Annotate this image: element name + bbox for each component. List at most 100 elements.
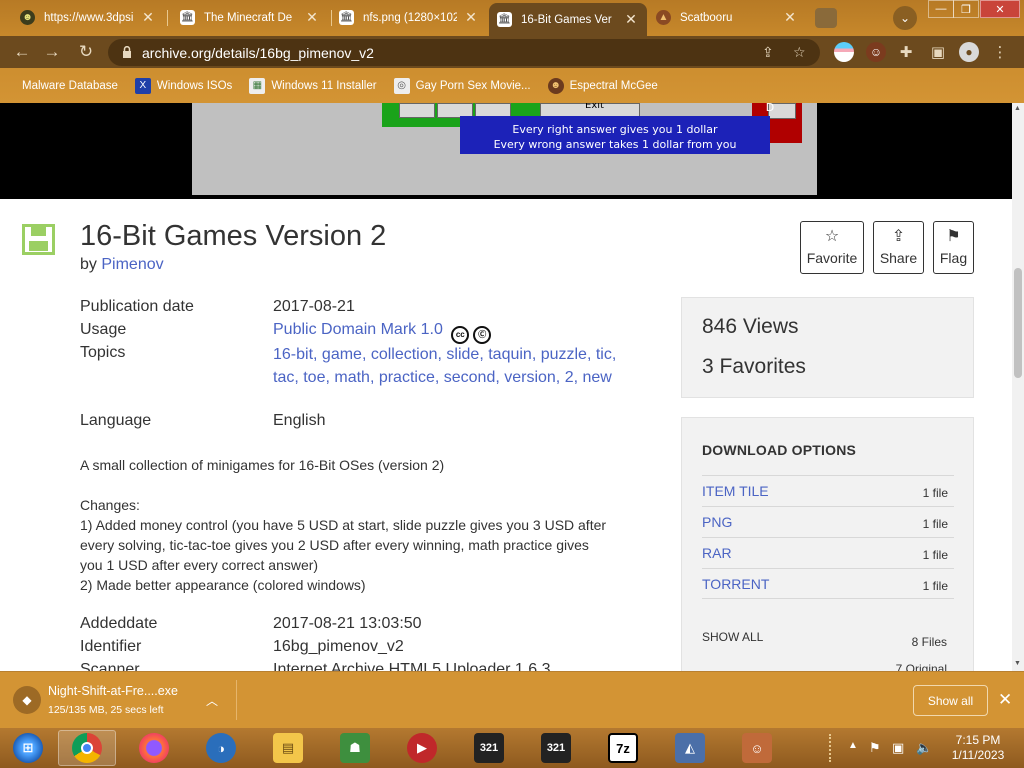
- close-icon[interactable]: ✕: [304, 9, 320, 26]
- start-button[interactable]: ⊞: [0, 730, 56, 766]
- bookmark-label: Malware Database: [22, 79, 118, 92]
- bookmark-windows-isos[interactable]: X Windows ISOs: [134, 77, 233, 94]
- show-all-files-link[interactable]: SHOW ALL: [702, 630, 763, 644]
- original-files-count: 7 Original: [895, 662, 947, 671]
- tab-3dpsi[interactable]: ☻ https://www.3dpsi ✕: [12, 3, 164, 32]
- forward-button[interactable]: →: [42, 42, 62, 62]
- close-icon[interactable]: ✕: [463, 9, 479, 26]
- flag-icon: ⚑: [946, 228, 961, 245]
- taskbar-7zip[interactable]: 7z: [594, 730, 652, 766]
- download-format-link[interactable]: ITEM TILE: [702, 483, 769, 499]
- identifier-value: 16bg_pimenov_v2: [273, 638, 404, 655]
- kebab-menu-icon[interactable]: ⋮: [990, 42, 1010, 62]
- language-label: Language: [80, 412, 152, 429]
- download-file-count: 1 file: [922, 486, 948, 500]
- close-icon[interactable]: ✕: [782, 9, 798, 26]
- download-format-link[interactable]: TORRENT: [702, 576, 769, 592]
- tab-title: nfs.png (1280×102: [363, 11, 457, 24]
- taskbar-network-app[interactable]: ☗: [326, 730, 384, 766]
- topics-label: Topics: [80, 344, 126, 361]
- flag-button[interactable]: ⚑ Flag: [933, 221, 974, 274]
- topics-links[interactable]: 16-bit, game, collection, slide, taquin,…: [273, 344, 618, 389]
- lock-icon: [123, 46, 131, 58]
- download-row[interactable]: TORRENT 1 file: [702, 568, 954, 599]
- language-link[interactable]: English: [273, 412, 325, 430]
- show-all-downloads-button[interactable]: Show all: [913, 685, 988, 716]
- windows-orb-icon: ⊞: [13, 733, 43, 763]
- tab-16bit-games[interactable]: 🏛 16-Bit Games Ver ✕: [489, 3, 647, 36]
- new-tab-button[interactable]: [815, 8, 837, 28]
- taskbar-app-blue[interactable]: ◭: [661, 730, 719, 766]
- download-format-link[interactable]: RAR: [702, 545, 732, 561]
- tab-minecraft[interactable]: 🏛 The Minecraft De ✕: [172, 3, 328, 32]
- taskbar-mpc-b[interactable]: 321: [527, 730, 585, 766]
- taskbar-media-player[interactable]: ▶: [393, 730, 451, 766]
- byline-prefix: by: [80, 256, 97, 273]
- scroll-thumb[interactable]: [1014, 268, 1022, 378]
- download-format-link[interactable]: PNG: [702, 514, 732, 530]
- taskbar-msn[interactable]: ◑: [192, 730, 250, 766]
- publication-date-link[interactable]: 2017-08-21: [273, 298, 355, 316]
- tab-nfs-png[interactable]: 🏛 nfs.png (1280×102 ✕: [331, 3, 487, 32]
- taskbar-app-photo[interactable]: ☺: [728, 730, 786, 766]
- taskbar-chrome[interactable]: [58, 730, 116, 766]
- bookmark-gay-porn[interactable]: ◎ Gay Porn Sex Movie...: [393, 77, 531, 94]
- network-icon[interactable]: ▣: [892, 740, 904, 756]
- scroll-up-icon[interactable]: ▲: [1014, 105, 1021, 112]
- bookmark-windows-11-installer[interactable]: ▦ Windows 11 Installer: [249, 77, 377, 94]
- reload-button[interactable]: ↻: [76, 42, 96, 62]
- url-text: archive.org/details/16bg_pimenov_v2: [142, 45, 374, 61]
- clock-date: 1/11/2023: [951, 748, 1005, 762]
- back-button[interactable]: ←: [12, 42, 32, 62]
- bookmark-label: Windows ISOs: [156, 79, 233, 92]
- share-label: Share: [879, 250, 918, 266]
- archive-item-page: Exit D Every right answer gives you 1 do…: [0, 103, 1012, 671]
- puzzle-icon[interactable]: ✚: [896, 42, 916, 62]
- taskbar-file-explorer[interactable]: ▤: [259, 730, 317, 766]
- archive-icon: 🏛: [497, 12, 512, 27]
- scroll-down-icon[interactable]: ▼: [1014, 660, 1021, 667]
- avatar[interactable]: ●: [959, 42, 979, 62]
- download-row[interactable]: PNG 1 file: [702, 506, 954, 537]
- close-icon[interactable]: ✕: [998, 690, 1012, 710]
- favorite-button[interactable]: ☆ Favorite: [800, 221, 864, 274]
- download-file-count: 1 file: [922, 517, 948, 531]
- download-row[interactable]: RAR 1 file: [702, 537, 954, 568]
- pride-flag-icon[interactable]: [834, 42, 854, 62]
- bookmark-espectral-mcgee[interactable]: ☻ Espectral McGee: [547, 77, 658, 94]
- chevron-up-icon[interactable]: ︿: [206, 692, 218, 709]
- action-center-flag-icon[interactable]: ⚑: [869, 740, 881, 756]
- taskbar-firefox[interactable]: [125, 730, 183, 766]
- tab-title: https://www.3dpsi: [44, 11, 134, 24]
- media-theater: Exit D Every right answer gives you 1 do…: [0, 103, 1012, 199]
- address-bar[interactable]: archive.org/details/16bg_pimenov_v2 ⇪ ☆: [108, 39, 820, 66]
- volume-icon[interactable]: 🔈: [916, 740, 932, 756]
- bookmark-star-icon[interactable]: ☆: [793, 44, 806, 61]
- tab-scatbooru[interactable]: ▲ Scatbooru ✕: [648, 3, 806, 32]
- preview-letter: D: [765, 103, 775, 114]
- share-button[interactable]: ⇪ Share: [873, 221, 924, 274]
- usage-link[interactable]: Public Domain Mark 1.0: [273, 321, 443, 338]
- minimize-button[interactable]: —: [928, 0, 954, 18]
- tab-search-button[interactable]: ⌄: [893, 6, 917, 30]
- download-row[interactable]: ITEM TILE 1 file: [702, 475, 954, 506]
- game-preview-image[interactable]: Exit D Every right answer gives you 1 do…: [192, 103, 817, 195]
- window-close-button[interactable]: ✕: [980, 0, 1020, 18]
- preview-text-line: Every wrong answer takes 1 dollar from y…: [493, 138, 737, 151]
- taskbar-mpc-a[interactable]: 321: [460, 730, 518, 766]
- profile-extension-icon[interactable]: ☺: [866, 42, 886, 62]
- close-icon[interactable]: ✕: [140, 9, 156, 26]
- close-icon[interactable]: ✕: [623, 11, 639, 28]
- cc-icon: cc: [451, 325, 470, 344]
- download-filename[interactable]: Night-Shift-at-Fre....exe: [48, 684, 178, 698]
- sidepanel-icon[interactable]: ▣: [928, 42, 948, 62]
- bookmark-malware-database[interactable]: Malware Database: [16, 78, 118, 94]
- restore-button[interactable]: ❐: [953, 0, 979, 18]
- browser-chrome: ☻ https://www.3dpsi ✕ 🏛 The Minecraft De…: [0, 0, 1024, 103]
- page-scrollbar[interactable]: ▲ ▼: [1012, 103, 1024, 671]
- author-link[interactable]: Pimenov: [101, 256, 163, 273]
- share-page-icon[interactable]: ⇪: [762, 44, 774, 61]
- tray-expand-icon[interactable]: ▲: [848, 740, 858, 751]
- x-logo-icon: X: [134, 77, 151, 94]
- system-clock[interactable]: 7:15 PM 1/11/2023: [944, 733, 1012, 763]
